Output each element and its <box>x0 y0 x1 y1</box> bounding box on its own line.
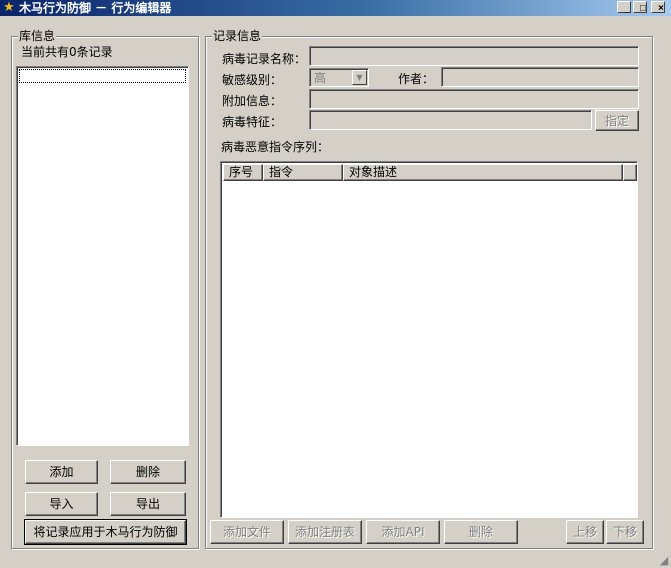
author-field[interactable] <box>441 67 639 87</box>
sequence-label: 病毒恶意指令序列： <box>221 140 330 154</box>
record-count-text: 当前共有0条记录 <box>21 45 113 59</box>
title-bar[interactable]: ★ 木马行为防御 － 行为编辑器 _ □ × <box>0 0 671 16</box>
column-instruction[interactable]: 指令 <box>263 164 343 181</box>
move-down-button[interactable]: 下移 <box>606 520 644 544</box>
extra-info-field[interactable] <box>309 89 639 109</box>
add-registry-button[interactable]: 添加注册表 <box>288 520 362 544</box>
library-legend: 库信息 <box>18 29 57 43</box>
maximize-button[interactable]: □ <box>633 1 647 14</box>
extra-info-label: 附加信息： <box>222 94 283 108</box>
add-record-button[interactable]: 添加 <box>25 460 98 484</box>
import-button[interactable]: 导入 <box>25 492 98 516</box>
delete-record-button[interactable]: 删除 <box>110 460 186 484</box>
add-api-button[interactable]: 添加API <box>366 520 440 544</box>
list-focus-row[interactable] <box>19 69 186 83</box>
virus-name-label: 病毒记录名称： <box>222 52 307 66</box>
apply-records-button[interactable]: 将记录应用于木马行为防御 <box>24 519 187 545</box>
sensitivity-select[interactable]: 高 ▼ <box>309 68 369 87</box>
sensitivity-value: 高 <box>314 71 327 85</box>
virus-name-field[interactable] <box>309 46 639 66</box>
chevron-down-icon[interactable]: ▼ <box>352 70 367 85</box>
window-title: 木马行为防御 － 行为编辑器 <box>19 1 172 15</box>
column-object-description[interactable]: 对象描述 <box>343 164 623 181</box>
author-label: 作者： <box>398 72 435 86</box>
assign-button[interactable]: 指定 <box>595 110 639 131</box>
app-star-icon: ★ <box>3 0 15 15</box>
column-index[interactable]: 序号 <box>223 164 263 181</box>
signature-field[interactable] <box>309 110 592 130</box>
delete-instruction-button[interactable]: 删除 <box>444 520 518 544</box>
close-button[interactable]: × <box>651 1 665 14</box>
instruction-list[interactable]: 序号 指令 对象描述 <box>220 161 638 518</box>
minimize-button[interactable]: _ <box>617 1 631 14</box>
column-filler <box>623 164 637 181</box>
list-header: 序号 指令 对象描述 <box>223 164 637 181</box>
sensitivity-label: 敏感级别： <box>222 73 283 87</box>
record-legend: 记录信息 <box>212 29 263 43</box>
record-list[interactable] <box>16 66 189 446</box>
add-file-button[interactable]: 添加文件 <box>210 520 284 544</box>
export-button[interactable]: 导出 <box>110 492 186 516</box>
move-up-button[interactable]: 上移 <box>566 520 604 544</box>
signature-label: 病毒特征： <box>222 115 283 129</box>
resize-grip-icon[interactable]: ◢ <box>658 555 670 567</box>
